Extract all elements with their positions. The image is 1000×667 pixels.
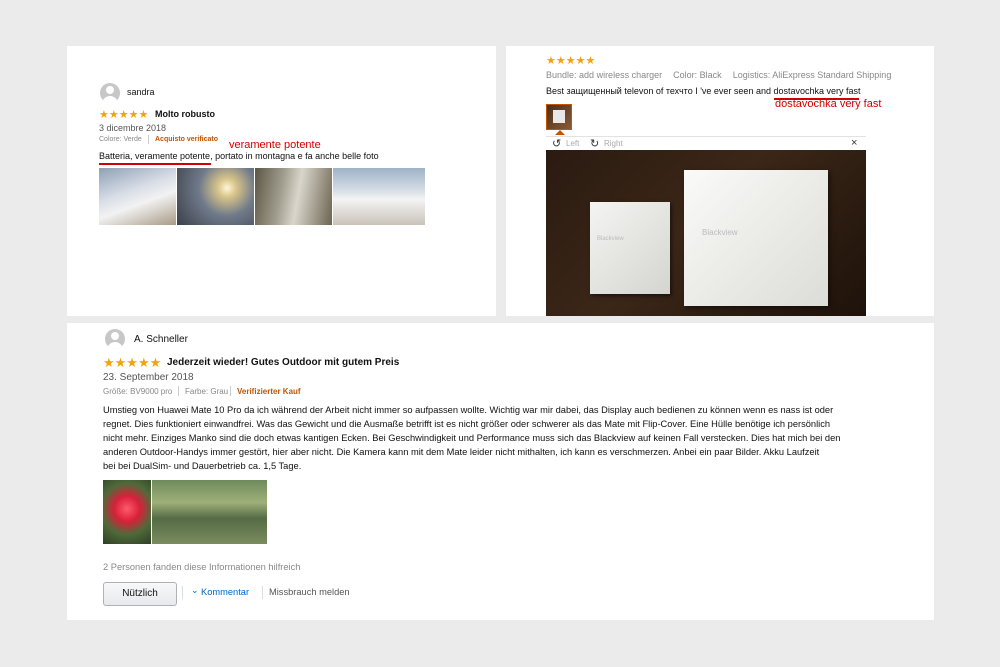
body-line: bei bei DualSim- und Dauerbetrieb ca. 1,… bbox=[103, 461, 302, 471]
review-photo-garden[interactable] bbox=[152, 480, 267, 544]
review-photo-4[interactable] bbox=[333, 168, 425, 225]
review-card-sandra: sandra ★★★★★ Molto robusto 3 dicembre 20… bbox=[67, 46, 496, 316]
body-line: regnet. Dies funktioniert einwandfrei. W… bbox=[103, 419, 831, 429]
review-photo-1[interactable] bbox=[99, 168, 176, 225]
color-label: Color: bbox=[673, 70, 698, 80]
meta-color: Farbe: Grau bbox=[185, 387, 229, 396]
body-line: anderen Outdoor-Handys immer gestört, hi… bbox=[103, 447, 820, 457]
product-box-large: Blackview bbox=[684, 170, 828, 306]
close-icon[interactable]: × bbox=[851, 137, 857, 149]
divider bbox=[148, 135, 149, 144]
review-date: 3 dicembre 2018 bbox=[99, 123, 167, 133]
annotation-label: veramente potente bbox=[229, 139, 321, 151]
review-card-schneller: A. Schneller ★★★★★ Jederzeit wieder! Gut… bbox=[67, 323, 934, 620]
rotate-left-icon[interactable]: ↺ bbox=[552, 137, 561, 150]
review-photo-2[interactable] bbox=[177, 168, 254, 225]
chevron-down-icon[interactable]: ⌄ bbox=[191, 585, 199, 596]
rating-stars: ★★★★★ bbox=[546, 55, 596, 67]
viewer-toolbar: ↺ Left ↻ Right × bbox=[546, 136, 866, 151]
verified-badge: Acquisto verificato bbox=[155, 136, 219, 143]
rotate-right-icon[interactable]: ↻ bbox=[590, 137, 599, 150]
review-body: Umstieg von Huawei Mate 10 Pro da ich wä… bbox=[103, 403, 893, 473]
avatar bbox=[100, 83, 120, 103]
logistics-label: Logistics: bbox=[732, 70, 771, 80]
body-line: nicht mehr. Einziges Manko sind die doch… bbox=[103, 433, 841, 443]
bundle-label: Bundle: bbox=[546, 70, 577, 80]
selected-photo-thumb[interactable] bbox=[546, 104, 572, 130]
reviewer-name: sandra bbox=[127, 87, 155, 97]
helpful-count: 2 Personen fanden diese Informationen hi… bbox=[103, 562, 301, 572]
meta-size: Größe: BV9000 pro bbox=[103, 387, 173, 396]
color-value: Black bbox=[699, 70, 722, 80]
body-line: Umstieg von Huawei Mate 10 Pro da ich wä… bbox=[103, 405, 834, 415]
review-body: Best защищенный televon of техчто I 've … bbox=[546, 86, 861, 96]
divider bbox=[182, 586, 183, 599]
review-title: Molto robusto bbox=[155, 109, 215, 119]
body-prefix: Best защищенный televon of техчто I 've … bbox=[546, 86, 774, 96]
report-abuse-link[interactable]: Missbrauch melden bbox=[269, 587, 350, 597]
box-brand-large: Blackview bbox=[702, 228, 738, 237]
annotation-underline bbox=[99, 163, 211, 165]
box-brand-small: Blackview bbox=[597, 236, 624, 242]
review-card-aliexpress: ★★★★★ Bundle: add wireless charger Color… bbox=[506, 46, 934, 316]
divider bbox=[178, 386, 179, 396]
bundle-value: add wireless charger bbox=[579, 70, 663, 80]
annotation-label: dostavochka very fast bbox=[775, 98, 882, 110]
divider bbox=[230, 386, 231, 396]
photo-viewer-image: Blackview Blackview bbox=[546, 150, 866, 316]
meta-color: Colore: Verde bbox=[99, 136, 142, 143]
product-box-small: Blackview bbox=[590, 202, 670, 294]
logistics-value: AliExpress Standard Shipping bbox=[772, 70, 892, 80]
review-photo-flower[interactable] bbox=[103, 480, 151, 544]
order-meta: Bundle: add wireless charger Color: Blac… bbox=[546, 70, 891, 80]
body-highlight: dostavochka very fast bbox=[773, 86, 861, 96]
thumb-pointer-icon bbox=[555, 130, 565, 135]
rating-stars: ★★★★★ bbox=[99, 109, 149, 121]
rating-stars: ★★★★★ bbox=[103, 355, 162, 370]
rotate-left-label[interactable]: Left bbox=[566, 139, 579, 148]
review-body: Batteria, veramente potente, portato in … bbox=[99, 151, 379, 161]
review-photo-3[interactable] bbox=[255, 168, 332, 225]
verified-badge: Verifizierter Kauf bbox=[237, 387, 301, 396]
rotate-right-label[interactable]: Right bbox=[604, 139, 623, 148]
review-title: Jederzeit wieder! Gutes Outdoor mit gute… bbox=[167, 357, 400, 368]
reviewer-name: A. Schneller bbox=[134, 334, 188, 345]
divider bbox=[262, 586, 263, 599]
comment-link[interactable]: Kommentar bbox=[201, 587, 249, 597]
helpful-button[interactable]: Nützlich bbox=[103, 582, 177, 606]
avatar bbox=[105, 329, 125, 349]
review-date: 23. September 2018 bbox=[103, 372, 194, 383]
